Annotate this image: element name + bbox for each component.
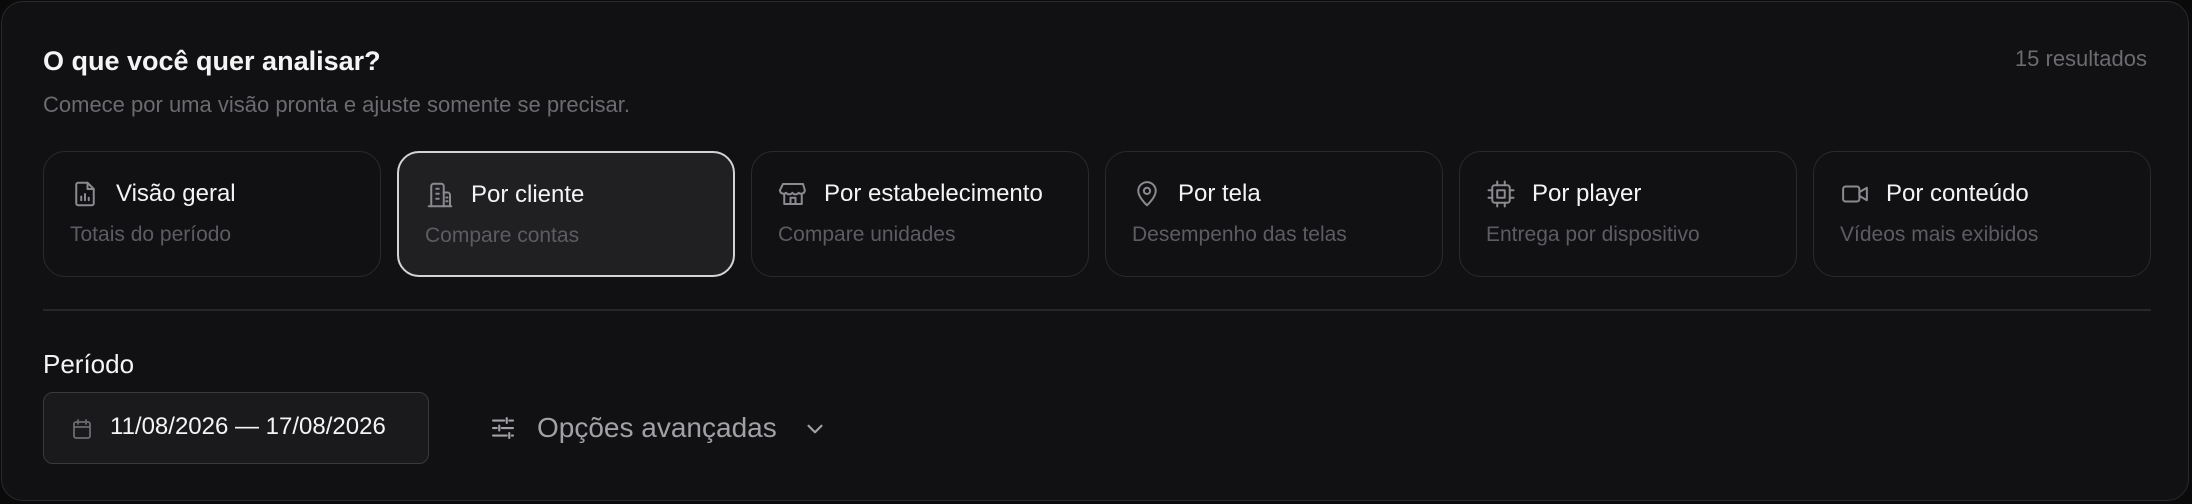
sliders-icon: [488, 413, 518, 443]
chevron-down-icon: [802, 416, 828, 442]
view-card-label: Por player: [1532, 180, 1642, 207]
view-card-desc: Entrega por dispositivo: [1486, 223, 1700, 246]
view-card-label: Por estabelecimento: [824, 180, 1043, 207]
view-card-por-estabelecimento[interactable]: Por estabelecimento Compare unidades: [751, 151, 1089, 277]
advanced-options-label: Opções avançadas: [537, 412, 777, 443]
view-card-por-player[interactable]: Por player Entrega por dispositivo: [1459, 151, 1797, 277]
view-card-desc: Compare unidades: [778, 223, 956, 246]
date-range-picker[interactable]: 11/08/2026 — 17/08/2026: [43, 392, 429, 464]
panel-subtitle: Comece por uma visão pronta e ajuste som…: [43, 92, 630, 117]
cpu-icon: [1486, 179, 1516, 209]
video-icon: [1840, 179, 1870, 209]
view-card-desc: Totais do período: [70, 223, 232, 246]
view-card-desc: Vídeos mais exibidos: [1840, 223, 2039, 246]
view-card-label: Visão geral: [116, 180, 236, 207]
chart-file-icon: [70, 179, 100, 209]
view-card-desc: Compare contas: [425, 224, 580, 247]
calendar-icon: [70, 417, 94, 441]
view-card-visao-geral[interactable]: Visão geral Totais do período: [43, 151, 381, 277]
period-label: Período: [43, 349, 135, 379]
panel-title: O que você quer analisar?: [43, 46, 381, 76]
analysis-panel: O que você quer analisar? Comece por uma…: [1, 1, 2189, 501]
store-icon: [778, 179, 808, 209]
view-cards: Visão geral Totais do período Por client…: [43, 151, 2151, 277]
section-divider: [43, 309, 2151, 311]
view-card-label: Por cliente: [471, 181, 585, 208]
view-card-label: Por conteúdo: [1886, 180, 2029, 207]
view-card-por-tela[interactable]: Por tela Desempenho das telas: [1105, 151, 1443, 277]
view-card-desc: Desempenho das telas: [1132, 223, 1347, 246]
results-count: 15 resultados: [2014, 46, 2147, 71]
building-icon: [425, 180, 455, 210]
view-card-por-conteudo[interactable]: Por conteúdo Vídeos mais exibidos: [1813, 151, 2151, 277]
view-card-label: Por tela: [1178, 180, 1261, 207]
view-card-por-cliente[interactable]: Por cliente Compare contas: [397, 151, 735, 277]
date-range-value: 11/08/2026 — 17/08/2026: [110, 413, 386, 440]
advanced-options-button[interactable]: Opções avançadas: [488, 406, 838, 450]
map-pin-icon: [1132, 179, 1162, 209]
